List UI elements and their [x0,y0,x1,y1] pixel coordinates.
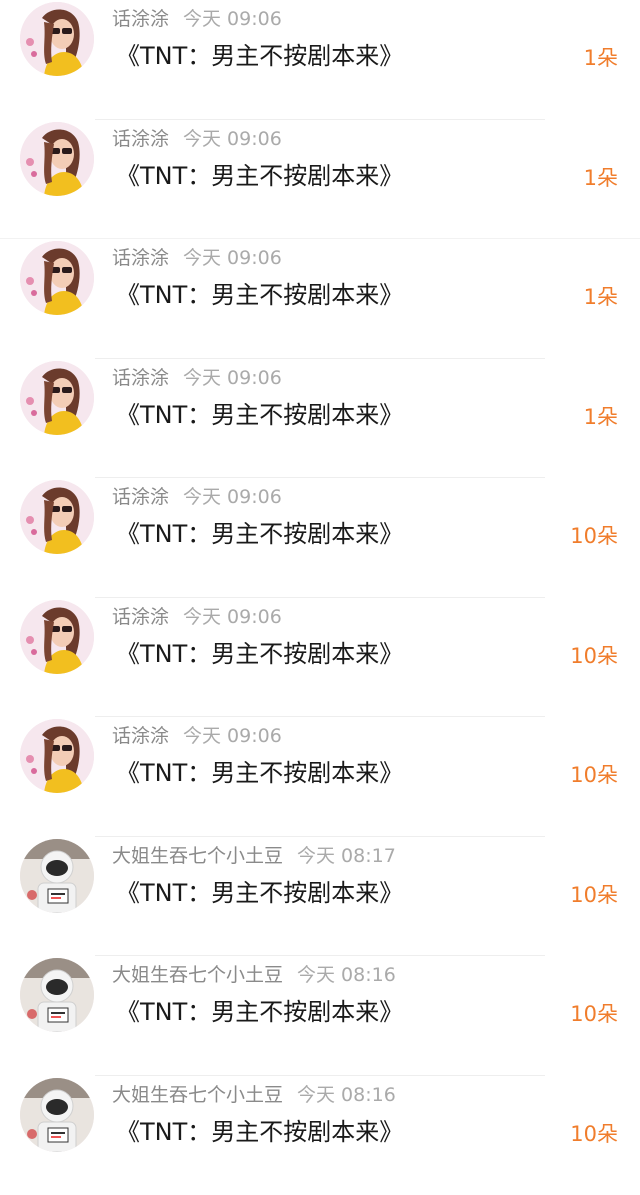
list-item[interactable]: 话涂涂今天 09:06 《TNT：男主不按剧本来》 10朵 [0,598,640,718]
timestamp: 今天 08:16 [297,1084,396,1106]
list-item[interactable]: 话涂涂今天 09:06 《TNT：男主不按剧本来》 10朵 [0,717,640,837]
gift-amount: 10朵 [570,879,618,911]
timestamp: 今天 09:06 [183,247,282,269]
gift-amount: 1朵 [584,162,618,194]
girl-sunglasses-icon [20,719,94,793]
list-item[interactable]: 大姐生吞七个小土豆今天 08:16 《TNT：男主不按剧本来》 10朵 [0,1076,640,1195]
username[interactable]: 话涂涂 [112,128,169,150]
timestamp: 今天 09:06 [183,367,282,389]
list-item[interactable]: 话涂涂今天 09:06 《TNT：男主不按剧本来》 1朵 [0,0,640,120]
user-avatar[interactable] [20,600,94,674]
list-item[interactable]: 话涂涂今天 09:06 《TNT：男主不按剧本来》 1朵 [0,239,640,359]
username[interactable]: 话涂涂 [112,486,169,508]
item-meta: 话涂涂今天 09:06 [112,606,282,628]
work-title[interactable]: 《TNT：男主不按剧本来》 [116,638,403,670]
user-avatar[interactable] [20,839,94,913]
gift-amount: 10朵 [570,520,618,552]
username[interactable]: 话涂涂 [112,367,169,389]
item-meta: 话涂涂今天 09:06 [112,486,282,508]
work-title[interactable]: 《TNT：男主不按剧本来》 [116,757,403,789]
work-title[interactable]: 《TNT：男主不按剧本来》 [116,1116,403,1148]
item-meta: 话涂涂今天 09:06 [112,8,282,30]
username[interactable]: 话涂涂 [112,606,169,628]
girl-sunglasses-icon [20,241,94,315]
gift-amount: 10朵 [570,640,618,672]
item-meta: 话涂涂今天 09:06 [112,128,282,150]
gift-amount: 1朵 [584,42,618,74]
astronaut-icon [20,958,94,1032]
gift-amount: 10朵 [570,759,618,791]
gift-amount: 10朵 [570,998,618,1030]
item-meta: 话涂涂今天 09:06 [112,725,282,747]
user-avatar[interactable] [20,958,94,1032]
gift-amount: 1朵 [584,401,618,433]
list-item[interactable]: 大姐生吞七个小土豆今天 08:16 《TNT：男主不按剧本来》 10朵 [0,956,640,1076]
item-meta: 话涂涂今天 09:06 [112,247,282,269]
list-item[interactable]: 话涂涂今天 09:06 《TNT：男主不按剧本来》 10朵 [0,478,640,598]
item-meta: 话涂涂今天 09:06 [112,367,282,389]
user-avatar[interactable] [20,122,94,196]
timestamp: 今天 08:16 [297,964,396,986]
timestamp: 今天 08:17 [297,845,396,867]
work-title[interactable]: 《TNT：男主不按剧本来》 [116,518,403,550]
item-meta: 大姐生吞七个小土豆今天 08:17 [112,845,396,867]
user-avatar[interactable] [20,1078,94,1152]
work-title[interactable]: 《TNT：男主不按剧本来》 [116,399,403,431]
item-meta: 大姐生吞七个小土豆今天 08:16 [112,964,396,986]
user-avatar[interactable] [20,480,94,554]
astronaut-icon [20,839,94,913]
girl-sunglasses-icon [20,361,94,435]
user-avatar[interactable] [20,719,94,793]
user-avatar[interactable] [20,241,94,315]
username[interactable]: 大姐生吞七个小土豆 [112,964,283,986]
user-avatar[interactable] [20,361,94,435]
username[interactable]: 大姐生吞七个小土豆 [112,845,283,867]
timestamp: 今天 09:06 [183,8,282,30]
timestamp: 今天 09:06 [183,725,282,747]
girl-sunglasses-icon [20,122,94,196]
work-title[interactable]: 《TNT：男主不按剧本来》 [116,877,403,909]
work-title[interactable]: 《TNT：男主不按剧本来》 [116,279,403,311]
timestamp: 今天 09:06 [183,606,282,628]
username[interactable]: 话涂涂 [112,247,169,269]
username[interactable]: 话涂涂 [112,8,169,30]
work-title[interactable]: 《TNT：男主不按剧本来》 [116,40,403,72]
astronaut-icon [20,1078,94,1152]
list-item[interactable]: 大姐生吞七个小土豆今天 08:17 《TNT：男主不按剧本来》 10朵 [0,837,640,957]
girl-sunglasses-icon [20,600,94,674]
work-title[interactable]: 《TNT：男主不按剧本来》 [116,160,403,192]
timestamp: 今天 09:06 [183,128,282,150]
timestamp: 今天 09:06 [183,486,282,508]
username[interactable]: 话涂涂 [112,725,169,747]
list-item[interactable]: 话涂涂今天 09:06 《TNT：男主不按剧本来》 1朵 [0,120,640,240]
gift-record-list: 话涂涂今天 09:06 《TNT：男主不按剧本来》 1朵 话涂涂今天 09:06… [0,0,640,1195]
girl-sunglasses-icon [20,2,94,76]
work-title[interactable]: 《TNT：男主不按剧本来》 [116,996,403,1028]
username[interactable]: 大姐生吞七个小土豆 [112,1084,283,1106]
list-item[interactable]: 话涂涂今天 09:06 《TNT：男主不按剧本来》 1朵 [0,359,640,479]
user-avatar[interactable] [20,2,94,76]
girl-sunglasses-icon [20,480,94,554]
item-meta: 大姐生吞七个小土豆今天 08:16 [112,1084,396,1106]
gift-amount: 1朵 [584,281,618,313]
